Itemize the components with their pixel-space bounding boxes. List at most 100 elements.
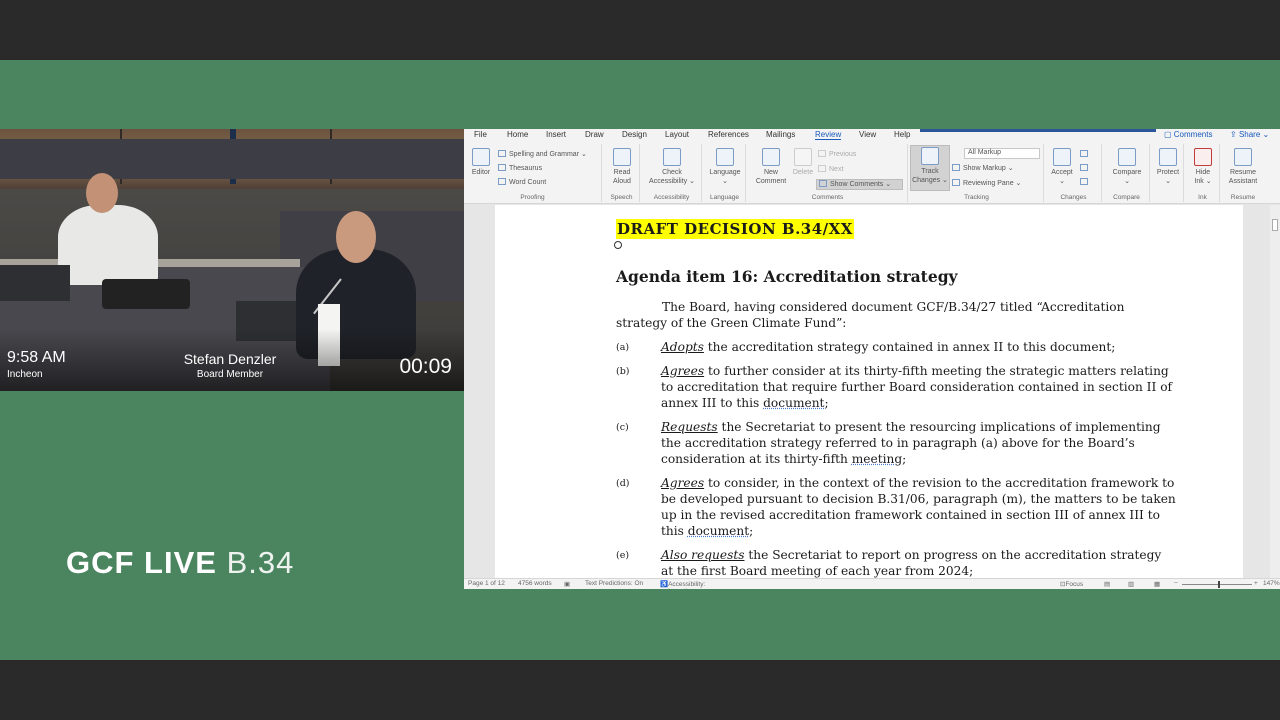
compare-icon	[1118, 148, 1136, 166]
resume-assistant-icon	[1234, 148, 1252, 166]
previous-comment-button[interactable]: Previous	[818, 150, 856, 158]
reject-button[interactable]	[1080, 150, 1091, 158]
tab-help[interactable]: Help	[894, 130, 910, 139]
track-label-2: Changes	[912, 177, 941, 184]
page-count[interactable]: Page 1 of 12	[468, 580, 505, 587]
prev-change-button[interactable]	[1080, 164, 1091, 172]
previous-label: Previous	[829, 151, 857, 158]
letterbox-top	[0, 0, 1280, 60]
thesaurus-button[interactable]: Thesaurus	[498, 164, 542, 172]
reviewing-pane-button[interactable]: Reviewing Pane ⌄	[952, 179, 1021, 187]
read-aloud-label-2: Aloud	[613, 178, 631, 185]
item-label: (a)	[616, 342, 630, 353]
video-speaker-head	[336, 211, 376, 263]
next-change-icon	[1080, 178, 1088, 185]
item-label: (c)	[616, 422, 629, 433]
vertical-scrollbar[interactable]	[1270, 205, 1280, 578]
item-label: (d)	[616, 478, 630, 489]
draft-title: DRAFT DECISION B.34/XX	[616, 219, 854, 239]
brand-session: B.34	[226, 545, 295, 580]
editor-label: Editor	[471, 169, 491, 176]
compare-button[interactable]: Compare ⌄	[1106, 148, 1148, 186]
read-mode-icon[interactable]: ▤	[1104, 580, 1110, 588]
tab-draw[interactable]: Draw	[585, 130, 604, 139]
track-changes-label-wrap: Track Changes ⌄	[912, 147, 948, 185]
language-button[interactable]: Language ⌄	[706, 148, 744, 186]
item-end: ;	[824, 396, 829, 410]
tab-insert[interactable]: Insert	[546, 130, 566, 139]
word-count-button[interactable]: Word Count	[498, 178, 546, 186]
reviewing-pane-label: Reviewing Pane	[963, 180, 1014, 187]
zoom-slider[interactable]	[1182, 584, 1252, 585]
tab-design[interactable]: Design	[622, 130, 647, 139]
tab-review[interactable]: Review	[815, 130, 842, 140]
group-label-resume: Resume	[1230, 194, 1256, 201]
tab-layout[interactable]: Layout	[665, 130, 689, 139]
group-label-comments: Comments	[811, 194, 844, 201]
zoom-out-icon[interactable]: −	[1174, 580, 1178, 587]
editor-button[interactable]: Editor	[470, 148, 492, 177]
spelling-button[interactable]: Spelling and Grammar ⌄	[498, 150, 587, 158]
item-tail: document	[763, 396, 825, 410]
zoom-in-icon[interactable]: +	[1254, 580, 1258, 587]
proofing-status-icon[interactable]: ▣	[564, 580, 570, 588]
tab-mailings[interactable]: Mailings	[766, 130, 795, 139]
zoom-slider-knob[interactable]	[1218, 581, 1220, 588]
decision-item-e: (e) Also requests the Secretariat to rep…	[616, 547, 1176, 579]
markup-select[interactable]: All Markup	[964, 148, 1040, 159]
focus-button[interactable]: ⊡ Focus	[1060, 580, 1083, 588]
share-button[interactable]: ⇪ Share ⌄	[1230, 130, 1269, 139]
item-verb: Also requests	[661, 548, 745, 562]
hide-ink-label-1: Hide	[1195, 169, 1211, 176]
print-layout-icon[interactable]: ▥	[1128, 580, 1134, 588]
tab-references[interactable]: References	[708, 130, 749, 139]
reject-icon	[1080, 150, 1088, 157]
video-laptop	[0, 265, 70, 301]
track-label-1: Track	[921, 168, 939, 175]
intro-paragraph: The Board, having considered document GC…	[616, 300, 1125, 330]
next-comment-button[interactable]: Next	[818, 165, 843, 173]
group-label-changes: Changes	[1060, 194, 1087, 201]
hide-ink-button[interactable]: Hide Ink ⌄	[1188, 148, 1218, 186]
tab-file[interactable]: File	[474, 130, 487, 139]
protect-button[interactable]: Protect ⌄	[1153, 148, 1183, 186]
read-aloud-label-1: Read	[613, 169, 631, 176]
tab-view[interactable]: View	[859, 130, 876, 139]
next-icon	[818, 165, 826, 172]
accessibility-status[interactable]: ♿ Accessibility: Investigate	[660, 580, 705, 589]
item-text: Also requests the Secretariat to report …	[661, 547, 1176, 579]
tab-home[interactable]: Home	[507, 130, 528, 139]
anchor-icon	[614, 241, 622, 249]
group-label-proofing: Proofing	[520, 194, 545, 201]
accept-button[interactable]: Accept ⌄	[1048, 148, 1076, 186]
comments-button[interactable]: ▢ Comments	[1164, 130, 1212, 139]
video-bag	[102, 279, 190, 309]
resume-assistant-button[interactable]: Resume Assistant	[1224, 148, 1262, 186]
thesaurus-label: Thesaurus	[509, 165, 543, 172]
thesaurus-icon	[498, 164, 506, 171]
event-brand: GCF LIVE B.34	[66, 545, 294, 581]
clock-time: 9:58 AM	[7, 349, 66, 366]
group-proofing: Editor Spelling and Grammar ⌄ Thesaurus …	[464, 144, 602, 202]
text-predictions-status[interactable]: Text Predictions: On	[585, 580, 643, 587]
new-comment-button[interactable]: New Comment	[754, 148, 788, 186]
check-accessibility-button[interactable]: Check Accessibility ⌄	[646, 148, 698, 186]
group-label-language: Language	[710, 194, 739, 201]
group-speech: Read Aloud Speech	[604, 144, 640, 202]
show-markup-button[interactable]: Show Markup ⌄	[952, 164, 1014, 172]
document-page[interactable]: DRAFT DECISION B.34/XX Agenda item 16: A…	[495, 205, 1243, 578]
scrollbar-thumb[interactable]	[1272, 219, 1278, 231]
location-label: Incheon	[7, 369, 43, 380]
reviewing-pane-icon	[952, 179, 960, 186]
read-aloud-button[interactable]: Read Aloud	[608, 148, 636, 186]
spelling-label: Spelling and Grammar	[509, 151, 580, 158]
word-count-status[interactable]: 4756 words	[518, 580, 552, 587]
video-back-tables	[0, 139, 464, 179]
protect-label: Protect	[1156, 169, 1180, 176]
web-layout-icon[interactable]: ▦	[1154, 580, 1160, 588]
next-change-button[interactable]	[1080, 178, 1091, 186]
item-label: (e)	[616, 550, 630, 561]
zoom-level[interactable]: 147%	[1263, 580, 1280, 587]
delete-comment-button[interactable]: Delete	[790, 148, 816, 177]
item-verb: Agrees	[661, 364, 705, 378]
